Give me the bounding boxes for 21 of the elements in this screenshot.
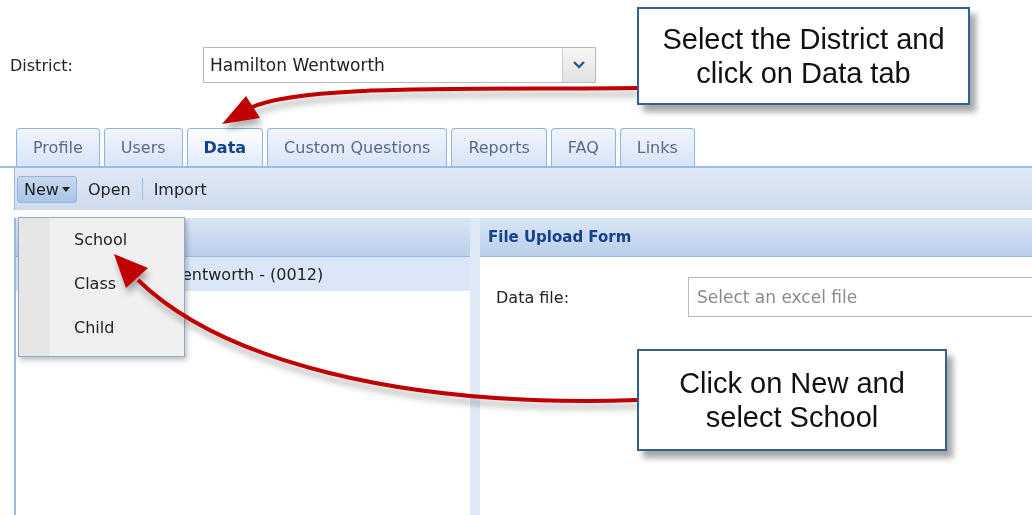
tab[interactable]: FAQ [550, 128, 616, 166]
field-label: Data file: [496, 287, 571, 307]
tab[interactable]: Reports [451, 128, 547, 166]
toolbar-button[interactable]: Open [80, 175, 138, 203]
chevron-down-icon [573, 61, 585, 69]
tab[interactable]: Custom Questions [267, 128, 448, 166]
menu-item[interactable]: School [19, 230, 184, 254]
district-dropdown[interactable]: Hamilton Wentworth [203, 47, 596, 83]
file-input-field[interactable]: Select an excel file [688, 277, 1032, 317]
district-label: District: [10, 55, 74, 75]
callout-box: Select the District and click on Data tab [637, 7, 970, 105]
menu-item[interactable]: Child [19, 318, 184, 342]
caret-icon [61, 186, 70, 192]
tab[interactable]: Profile [16, 128, 100, 166]
toolbar-button[interactable]: Import [146, 175, 214, 203]
callout-box: Click on New and select School [637, 349, 947, 451]
panel-title: File Upload Form [488, 228, 632, 246]
tab[interactable]: Links [619, 128, 695, 166]
new-dropdown-button[interactable]: New [17, 175, 77, 203]
tab[interactable]: Data [186, 128, 264, 166]
tab[interactable]: Users [103, 128, 183, 166]
